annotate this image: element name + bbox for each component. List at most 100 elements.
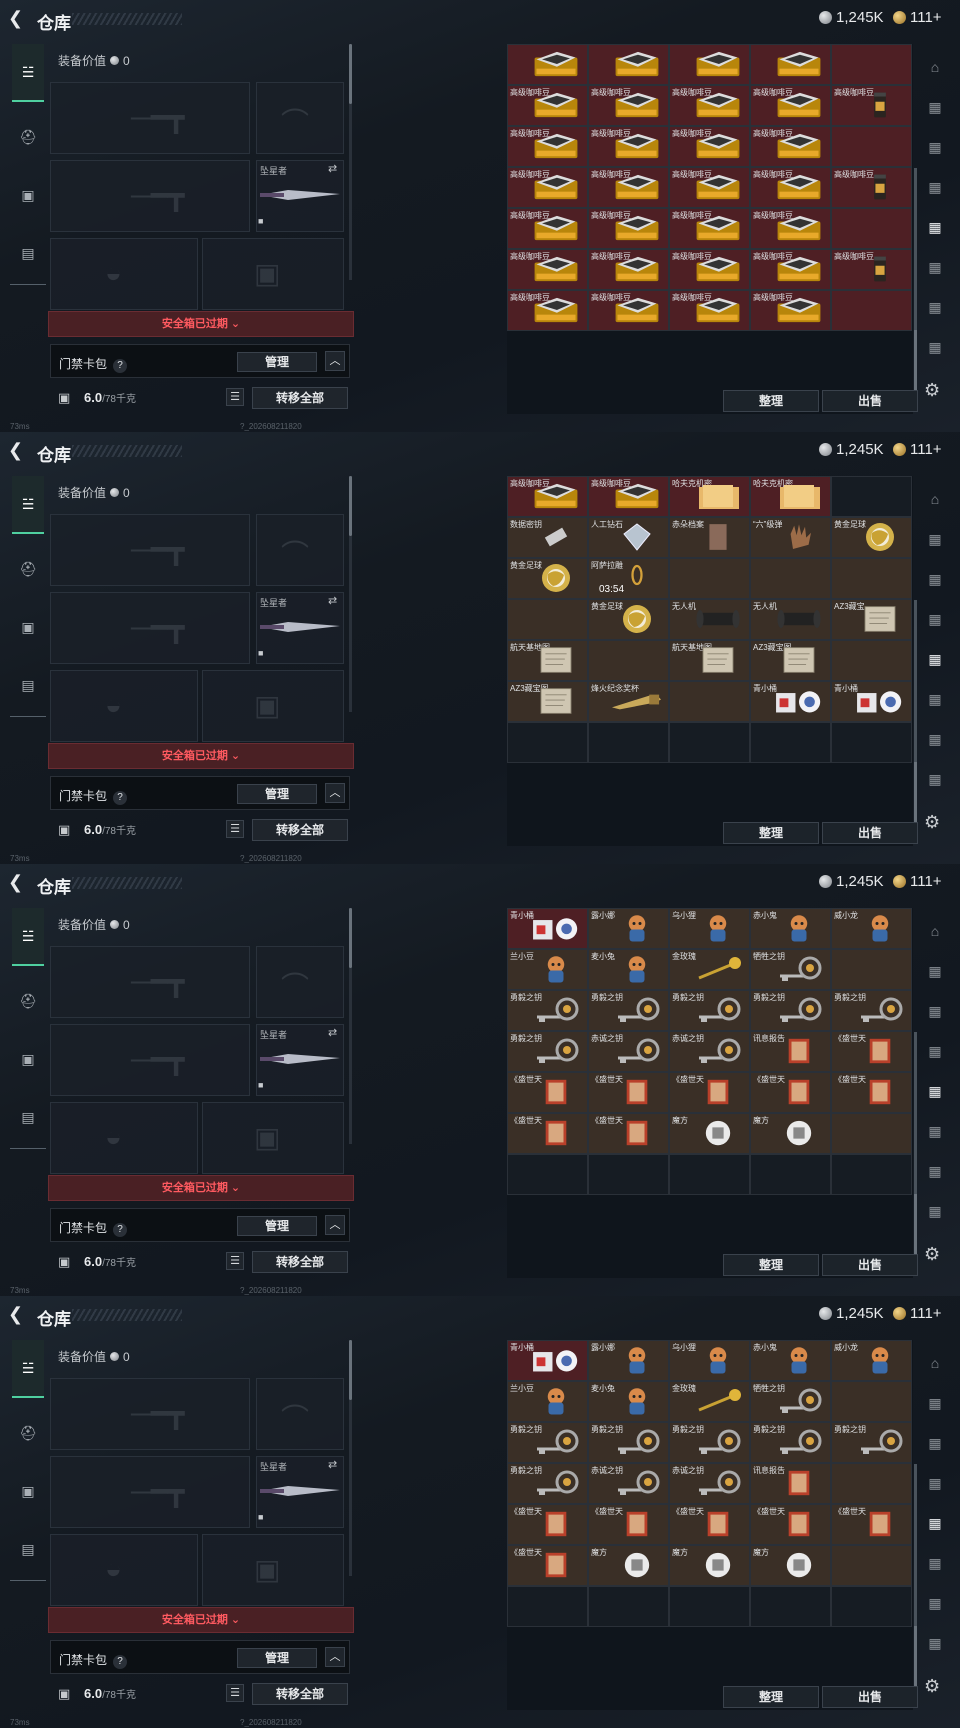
- empty-cell[interactable]: [507, 1586, 588, 1627]
- inventory-cell[interactable]: 哈夫克机密: [669, 476, 750, 517]
- vest-icon[interactable]: ▣: [13, 180, 43, 210]
- inventory-cell[interactable]: 高级咖啡豆: [507, 126, 588, 167]
- equipment-scrollbar[interactable]: [349, 44, 352, 104]
- list-icon[interactable]: ☰: [226, 388, 244, 406]
- inventory-cell[interactable]: 勇毅之钥: [588, 990, 669, 1031]
- inventory-cell[interactable]: 高级咖啡豆: [588, 167, 669, 208]
- inventory-cell[interactable]: AZ3藏宝图: [507, 681, 588, 722]
- manage-button[interactable]: 管理: [237, 1216, 317, 1236]
- help-icon[interactable]: ?: [113, 359, 128, 373]
- transfer-all-button[interactable]: 转移全部: [252, 819, 348, 841]
- gold-currency[interactable]: 111+: [893, 1305, 942, 1322]
- inventory-cell[interactable]: 赤朵档案: [669, 517, 750, 558]
- storage-tab-8-icon[interactable]: ▦: [922, 334, 948, 360]
- storage-tab-7-icon[interactable]: ▦: [922, 294, 948, 320]
- inventory-cell[interactable]: [588, 640, 669, 681]
- pistol-icon[interactable]: ☱: [12, 44, 44, 102]
- inventory-cell[interactable]: 青小桶: [507, 1340, 588, 1381]
- storage-tab-3-icon[interactable]: ▦: [922, 1430, 948, 1456]
- inventory-cell[interactable]: 露小娜: [588, 1340, 669, 1381]
- storage-tab-7-icon[interactable]: ▦: [922, 726, 948, 752]
- backpack-icon[interactable]: ▤: [13, 670, 43, 700]
- armor-slot[interactable]: ▣: [202, 238, 344, 310]
- empty-cell[interactable]: [507, 722, 588, 763]
- helmet-slot[interactable]: ◒: [50, 238, 198, 310]
- storage-tab-8-icon[interactable]: ▦: [922, 1630, 948, 1656]
- safe-icon[interactable]: ⌂: [922, 918, 948, 944]
- helmet-slot[interactable]: ◒: [50, 1534, 198, 1606]
- list-icon[interactable]: ☰: [226, 1252, 244, 1270]
- storage-tab-3-icon[interactable]: ▦: [922, 566, 948, 592]
- sort-button[interactable]: 整理: [723, 822, 819, 844]
- pistol-icon[interactable]: ☱: [12, 908, 44, 966]
- transfer-all-button[interactable]: 转移全部: [252, 387, 348, 409]
- manage-button[interactable]: 管理: [237, 1648, 317, 1668]
- storage-tab-2-icon[interactable]: ▦: [922, 1390, 948, 1416]
- inventory-cell[interactable]: 勇毅之钥: [750, 990, 831, 1031]
- empty-cell[interactable]: [669, 1586, 750, 1627]
- storage-tab-3-icon[interactable]: ▦: [922, 134, 948, 160]
- equipment-scrollbar[interactable]: [349, 1340, 352, 1400]
- inventory-cell[interactable]: 魔方: [669, 1113, 750, 1154]
- inventory-cell[interactable]: [831, 1463, 912, 1504]
- inventory-cell[interactable]: [669, 44, 750, 85]
- safe-box-expired-banner[interactable]: 安全箱已过期 ⌄: [48, 743, 354, 769]
- inventory-cell[interactable]: 勇毅之钥: [669, 1422, 750, 1463]
- empty-cell[interactable]: [669, 722, 750, 763]
- safe-icon[interactable]: ⌂: [922, 54, 948, 80]
- silver-currency[interactable]: 1,245K: [819, 441, 884, 458]
- storage-tab-6-icon[interactable]: ▦: [922, 686, 948, 712]
- inventory-cell[interactable]: 《盛世天: [507, 1504, 588, 1545]
- storage-tab-2-icon[interactable]: ▦: [922, 94, 948, 120]
- vest-icon[interactable]: ▣: [13, 612, 43, 642]
- inventory-cell[interactable]: 高级咖啡豆: [507, 476, 588, 517]
- inventory-cell[interactable]: 金玫瑰: [669, 1381, 750, 1422]
- inventory-cell[interactable]: [831, 558, 912, 599]
- inventory-cell[interactable]: AZ3藏宝: [831, 599, 912, 640]
- storage-tab-6-icon[interactable]: ▦: [922, 1118, 948, 1144]
- vest-icon[interactable]: ▣: [13, 1044, 43, 1074]
- inventory-cell[interactable]: 《盛世天: [831, 1031, 912, 1072]
- helmet-icon[interactable]: ⛑: [13, 554, 43, 584]
- inventory-cell[interactable]: 《盛世天: [588, 1072, 669, 1113]
- inventory-cell[interactable]: 高级咖啡豆: [588, 476, 669, 517]
- inventory-cell[interactable]: 兰小豆: [507, 1381, 588, 1422]
- list-icon[interactable]: ☰: [226, 1684, 244, 1702]
- inventory-cell[interactable]: [750, 558, 831, 599]
- inventory-cell[interactable]: 烽火纪念奖杯: [588, 681, 669, 722]
- back-arrow-icon[interactable]: ❮: [8, 1304, 28, 1326]
- empty-cell[interactable]: [831, 722, 912, 763]
- inventory-cell[interactable]: 高级咖啡豆: [750, 126, 831, 167]
- gold-currency[interactable]: 111+: [893, 873, 942, 890]
- inventory-cell[interactable]: 高级咖啡豆: [669, 126, 750, 167]
- inventory-cell[interactable]: 高级咖啡豆: [750, 85, 831, 126]
- inventory-cell[interactable]: 青小桶: [750, 681, 831, 722]
- equipment-scrollbar[interactable]: [349, 908, 352, 968]
- inventory-cell[interactable]: 高级咖啡豆: [669, 85, 750, 126]
- inventory-cell[interactable]: 勇毅之钥: [588, 1422, 669, 1463]
- gear-icon[interactable]: ⚙: [924, 812, 940, 833]
- inventory-cell[interactable]: 高级咖啡豆: [669, 167, 750, 208]
- helmet-slot[interactable]: ◒: [50, 670, 198, 742]
- swap-icon[interactable]: ⇄: [328, 1458, 337, 1471]
- inventory-cell[interactable]: [669, 681, 750, 722]
- inventory-cell[interactable]: 人工钻石: [588, 517, 669, 558]
- inventory-cell[interactable]: 威小龙: [831, 1340, 912, 1381]
- help-icon[interactable]: ?: [113, 1655, 128, 1669]
- inventory-cell[interactable]: 黄金足球: [507, 558, 588, 599]
- inventory-cell[interactable]: 《盛世天: [750, 1504, 831, 1545]
- inventory-cell[interactable]: 勇毅之钥: [831, 1422, 912, 1463]
- inventory-cell[interactable]: 魔方: [750, 1545, 831, 1586]
- empty-cell[interactable]: [750, 1586, 831, 1627]
- inventory-cell[interactable]: “六”级弹: [750, 517, 831, 558]
- sell-button[interactable]: 出售: [822, 1254, 918, 1276]
- gear-icon[interactable]: ⚙: [924, 1244, 940, 1265]
- inventory-cell[interactable]: 《盛世天: [669, 1504, 750, 1545]
- helmet-icon[interactable]: ⛑: [13, 1418, 43, 1448]
- storage-tab-2-icon[interactable]: ▦: [922, 526, 948, 552]
- inventory-cell[interactable]: [507, 599, 588, 640]
- inventory-cell[interactable]: 《盛世天: [507, 1072, 588, 1113]
- empty-cell[interactable]: [588, 722, 669, 763]
- inventory-cell[interactable]: 《盛世天: [831, 1072, 912, 1113]
- inventory-cell[interactable]: 高级咖啡豆: [588, 249, 669, 290]
